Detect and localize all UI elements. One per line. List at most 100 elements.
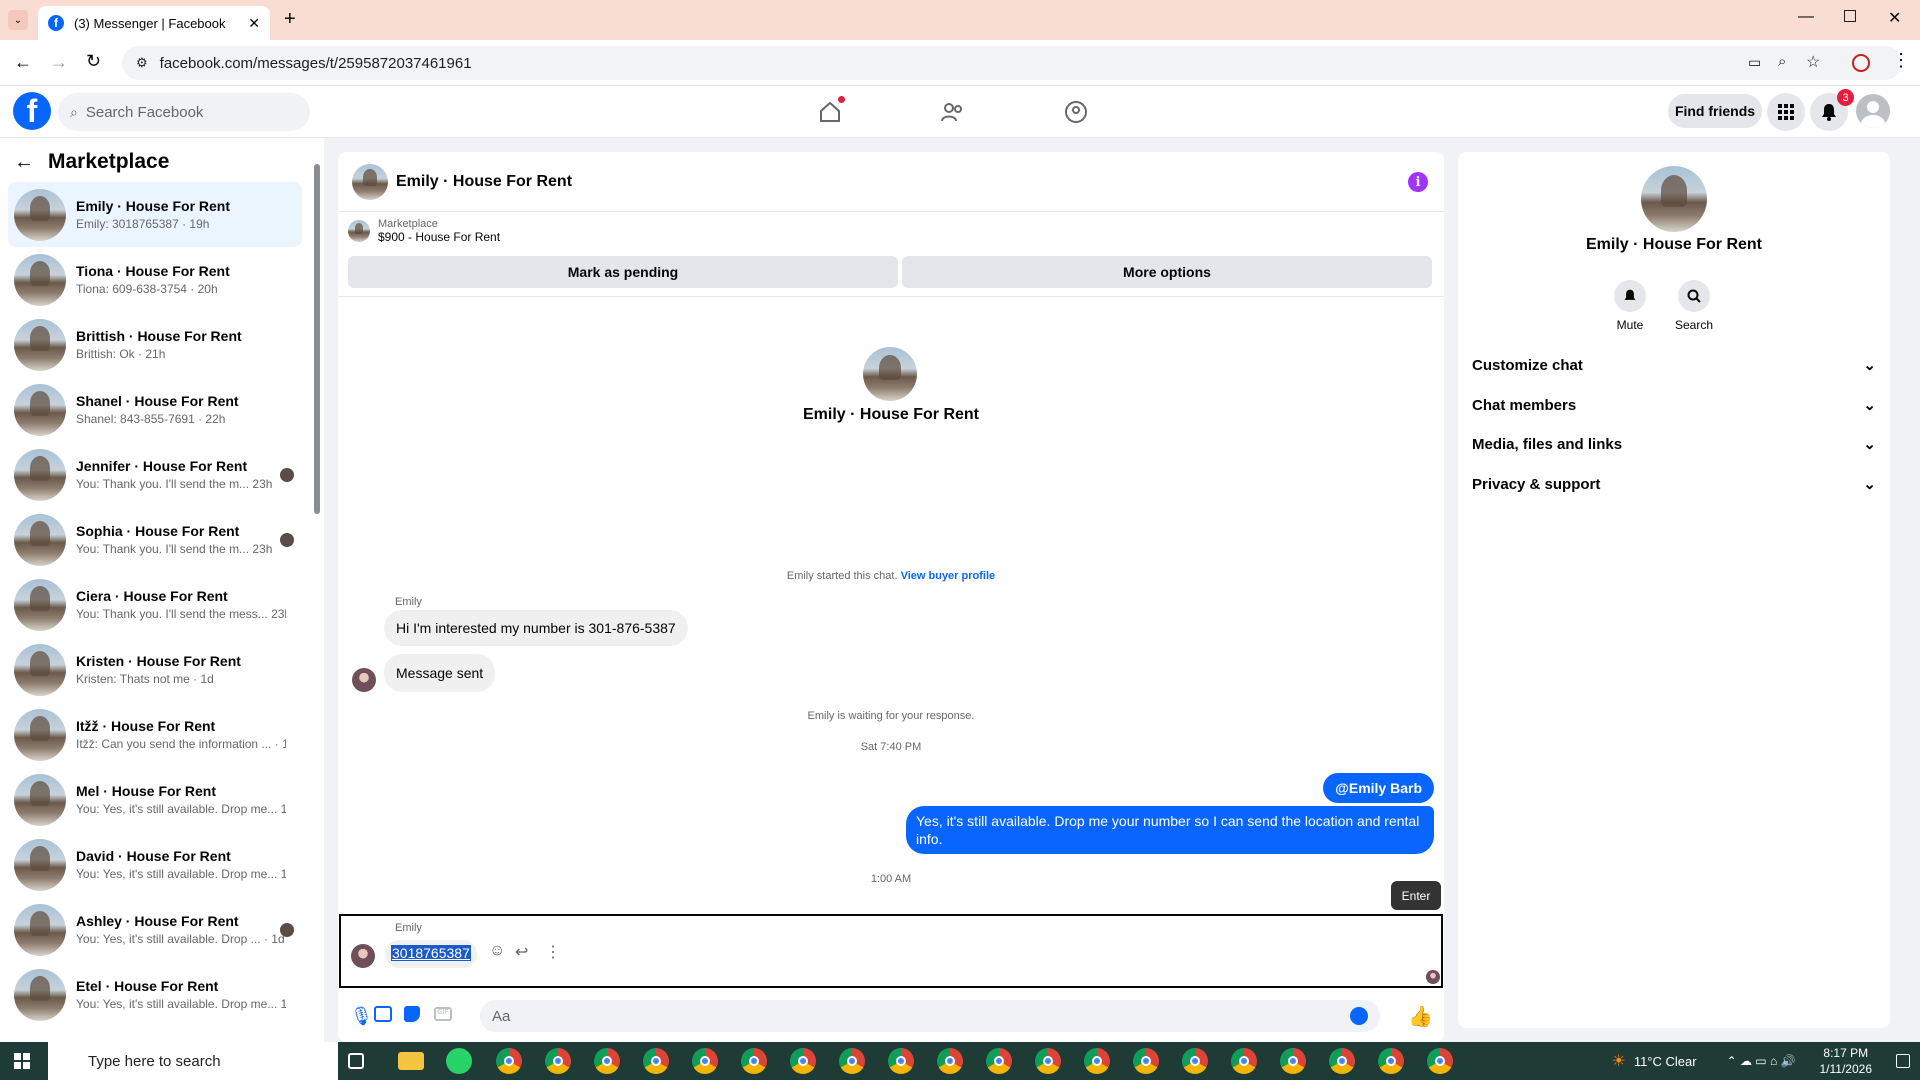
find-friends-button[interactable]: Find friends [1668,94,1762,128]
home-icon[interactable] [818,96,845,124]
chat-title[interactable]: Emily · House For Rent [396,173,572,191]
message-input[interactable]: Aa [480,1000,1380,1032]
search-facebook-input[interactable]: ⌕ Search Facebook [58,93,310,131]
chrome-window-icon[interactable] [1427,1048,1453,1074]
zoom-icon[interactable]: ⌕ [1778,53,1786,70]
sticker-icon[interactable] [404,1006,420,1022]
install-icon[interactable]: ▭ [1748,54,1761,71]
chrome-window-icon[interactable] [545,1048,571,1074]
conversation-item[interactable]: Kristen · House For Rent Kristen: Thats n… [8,637,302,702]
view-buyer-profile-link[interactable]: View buyer profile [901,570,996,582]
gif-icon[interactable]: GIF [434,1007,452,1021]
chrome-window-icon[interactable] [692,1048,718,1074]
weather-text[interactable]: 11°C Clear [1634,1054,1697,1069]
like-thumbs-up-icon[interactable]: 👍 [1408,1004,1433,1029]
mark-as-pending-button[interactable]: Mark as pending [348,256,898,288]
incoming-message[interactable]: Message sent [384,654,496,692]
react-emoji-icon[interactable]: ☺ [489,942,505,960]
emoji-icon[interactable] [1350,1007,1368,1025]
back-icon[interactable]: ← [14,52,32,73]
friends-icon[interactable] [940,100,966,124]
chrome-window-icon[interactable] [594,1048,620,1074]
more-options-button[interactable]: More options [902,256,1432,288]
photo-icon[interactable] [374,1006,392,1022]
chrome-window-icon[interactable] [1280,1048,1306,1074]
chrome-window-icon[interactable] [1035,1048,1061,1074]
chrome-window-icon[interactable] [986,1048,1012,1074]
conversation-item[interactable]: Emily · House For Rent Emily: 3018765387 … [8,182,302,247]
chrome-window-icon[interactable] [1133,1048,1159,1074]
taskbar-search[interactable]: Type here to search [48,1042,338,1080]
task-view-icon[interactable] [348,1053,364,1069]
conversation-info-icon[interactable]: i [1408,172,1428,192]
chat-header-avatar[interactable] [352,163,388,200]
chrome-window-icon[interactable] [1329,1048,1355,1074]
outgoing-message[interactable]: @Emily Barb [1323,773,1434,803]
listing-summary[interactable]: Marketplace $900 - House For Rent [348,218,500,244]
conversation-item[interactable]: Itžž · House For Rent Itžž: Can you send … [8,702,302,767]
conversation-item[interactable]: Tiona · House For Rent Tiona: 609-638-375… [8,247,302,312]
customize-chat-section[interactable]: Customize chat ⌄ [1472,346,1876,384]
chrome-window-icon[interactable] [1378,1048,1404,1074]
facebook-logo-icon[interactable]: f [13,92,51,130]
search-in-chat-button[interactable]: Search [1664,280,1724,332]
notification-center-icon[interactable] [1896,1054,1910,1068]
conversation-item[interactable]: Etel · House For Rent You: Yes, it's stil… [8,962,302,1027]
chrome-window-icon[interactable] [1182,1048,1208,1074]
conversation-item[interactable]: Mel · House For Rent You: Yes, it's still… [8,767,302,832]
close-window-icon[interactable]: ✕ [1888,8,1901,28]
chrome-window-icon[interactable] [790,1048,816,1074]
sidebar-scrollbar[interactable] [313,154,321,1034]
chrome-window-icon[interactable] [839,1048,865,1074]
conversation-item[interactable]: Ciera · House For Rent You: Thank you. I'… [8,572,302,637]
clock[interactable]: 8:17 PM 1/11/2026 [1820,1045,1873,1077]
conversation-item[interactable]: Shanel · House For Rent Shanel: 843-855-7… [8,377,302,442]
chrome-window-icon[interactable] [1231,1048,1257,1074]
conversation-item[interactable]: Ashley · House For Rent You: Yes, it's st… [8,897,302,962]
incoming-message[interactable]: Hi I'm interested my number is 301-876-5… [384,610,688,646]
address-bar[interactable]: ⚙ facebook.com/messages/t/25958720374619… [122,46,1902,80]
profile-icon[interactable] [1852,54,1870,72]
whatsapp-icon[interactable] [446,1048,472,1074]
close-tab-icon[interactable]: ✕ [248,15,260,32]
privacy-support-section[interactable]: Privacy & support ⌄ [1472,465,1876,503]
conversation-item[interactable]: Sophia · House For Rent You: Thank you. I… [8,507,302,572]
media-files-links-section[interactable]: Media, files and links ⌄ [1472,425,1876,463]
minimize-icon[interactable]: — [1798,8,1814,26]
chrome-window-icon[interactable] [1084,1048,1110,1074]
chrome-window-icon[interactable] [496,1048,522,1074]
site-settings-icon[interactable]: ⚙ [136,55,148,71]
windows-start-icon[interactable] [14,1053,30,1069]
tab-search-icon[interactable]: ⌄ [8,10,28,30]
restore-icon[interactable] [1844,10,1856,22]
conversation-item[interactable]: David · House For Rent You: Yes, it's sti… [8,832,302,897]
outgoing-message[interactable]: Yes, it's still available. Drop me your … [906,806,1434,854]
chrome-window-icon[interactable] [741,1048,767,1074]
forward-icon[interactable]: → [50,52,68,73]
page-scrollbar[interactable] [1904,86,1920,1042]
selected-text[interactable]: 3018765387 [391,945,471,961]
chat-members-section[interactable]: Chat members ⌄ [1472,386,1876,424]
chrome-window-icon[interactable] [937,1048,963,1074]
browser-menu-icon[interactable]: ⋮ [1892,50,1910,71]
reply-icon[interactable]: ↩ [515,942,528,962]
bookmark-star-icon[interactable]: ☆ [1806,52,1820,72]
conversation-item[interactable]: Jennifer · House For Rent You: Thank you.… [8,442,302,507]
back-arrow-icon[interactable]: ← [14,151,34,174]
menu-grid-icon[interactable] [1767,93,1805,131]
reload-icon[interactable]: ↻ [86,51,101,72]
sidebar-scroll-thumb[interactable] [314,164,320,514]
mute-button[interactable]: Mute [1600,280,1660,332]
conversation-item[interactable]: Brittish · House For Rent Brittish: Ok · … [8,312,302,377]
incoming-message[interactable]: 3018765387 [385,940,477,968]
file-explorer-icon[interactable] [398,1052,424,1070]
chrome-window-icon[interactable] [643,1048,669,1074]
account-avatar[interactable] [1856,94,1890,128]
groups-icon[interactable] [1064,100,1088,124]
info-avatar[interactable] [1641,166,1707,232]
new-tab-icon[interactable]: + [284,8,296,31]
tray-icons[interactable]: ⌃ ☁ ▭ ⌂ 🔊 [1727,1054,1796,1068]
chrome-window-icon[interactable] [888,1048,914,1074]
more-actions-icon[interactable]: ⋮ [545,942,561,962]
browser-tab[interactable]: f (3) Messenger | Facebook ✕ [38,6,270,40]
